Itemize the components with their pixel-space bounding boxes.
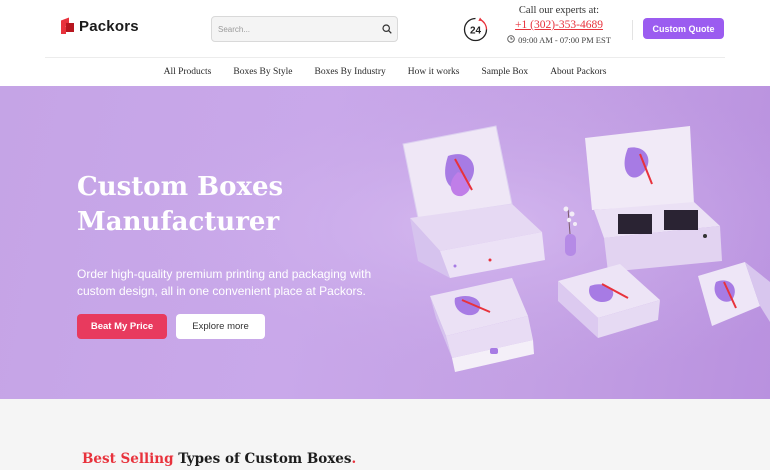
best-selling-section: Best Selling Types of Custom Boxes. [0, 399, 770, 470]
nav-item-boxes-by-style[interactable]: Boxes By Style [233, 67, 292, 77]
nav-item-boxes-by-industry[interactable]: Boxes By Industry [314, 67, 385, 77]
contact-block: Call our experts at: +1 (302)-353-4689 0… [500, 5, 618, 45]
hero-banner: Custom Boxes Manufacturer Order high-qua… [0, 86, 770, 399]
section-title-highlight: Best Selling [82, 451, 174, 467]
search-input[interactable] [212, 24, 377, 34]
hours-text: 09:00 AM - 07:00 PM EST [518, 35, 611, 45]
contact-label: Call our experts at: [518, 5, 600, 16]
brand-name: Packors [79, 18, 139, 35]
hero-description: Order high-quality premium printing and … [77, 267, 372, 298]
explore-more-button[interactable]: Explore more [176, 314, 265, 339]
hero-title-line1: Custom Boxes [77, 172, 284, 202]
clock-icon [507, 35, 515, 45]
nav-item-about-packors[interactable]: About Packors [550, 67, 606, 77]
support-24-icon: 24 [462, 16, 489, 43]
brand-logo[interactable]: Packors [61, 17, 139, 35]
nav-item-how-it-works[interactable]: How it works [408, 67, 460, 77]
phone-link[interactable]: +1 (302)-353-4689 [500, 19, 618, 31]
search-box [211, 16, 398, 42]
header-divider [632, 20, 633, 40]
logo-mark-icon [61, 17, 74, 34]
hero-title-line2: Manufacturer [77, 207, 280, 237]
section-title-rest: Types of Custom Boxes [173, 451, 352, 467]
custom-quote-button[interactable]: Custom Quote [643, 18, 724, 39]
hero-title: Custom Boxes Manufacturer [77, 170, 377, 240]
section-title-dot: . [351, 451, 357, 467]
section-title: Best Selling Types of Custom Boxes. [82, 451, 356, 467]
hero-product-image [0, 86, 770, 399]
search-icon[interactable] [377, 24, 397, 34]
support-24-label: 24 [470, 26, 482, 37]
nav-item-sample-box[interactable]: Sample Box [481, 67, 528, 77]
main-nav: All Products Boxes By Style Boxes By Ind… [0, 58, 770, 86]
site-header: Packors 24 Call our experts at: +1 (302)… [0, 0, 770, 58]
business-hours: 09:00 AM - 07:00 PM EST [500, 35, 618, 45]
beat-my-price-button[interactable]: Beat My Price [77, 314, 167, 339]
nav-item-all-products[interactable]: All Products [164, 67, 212, 77]
